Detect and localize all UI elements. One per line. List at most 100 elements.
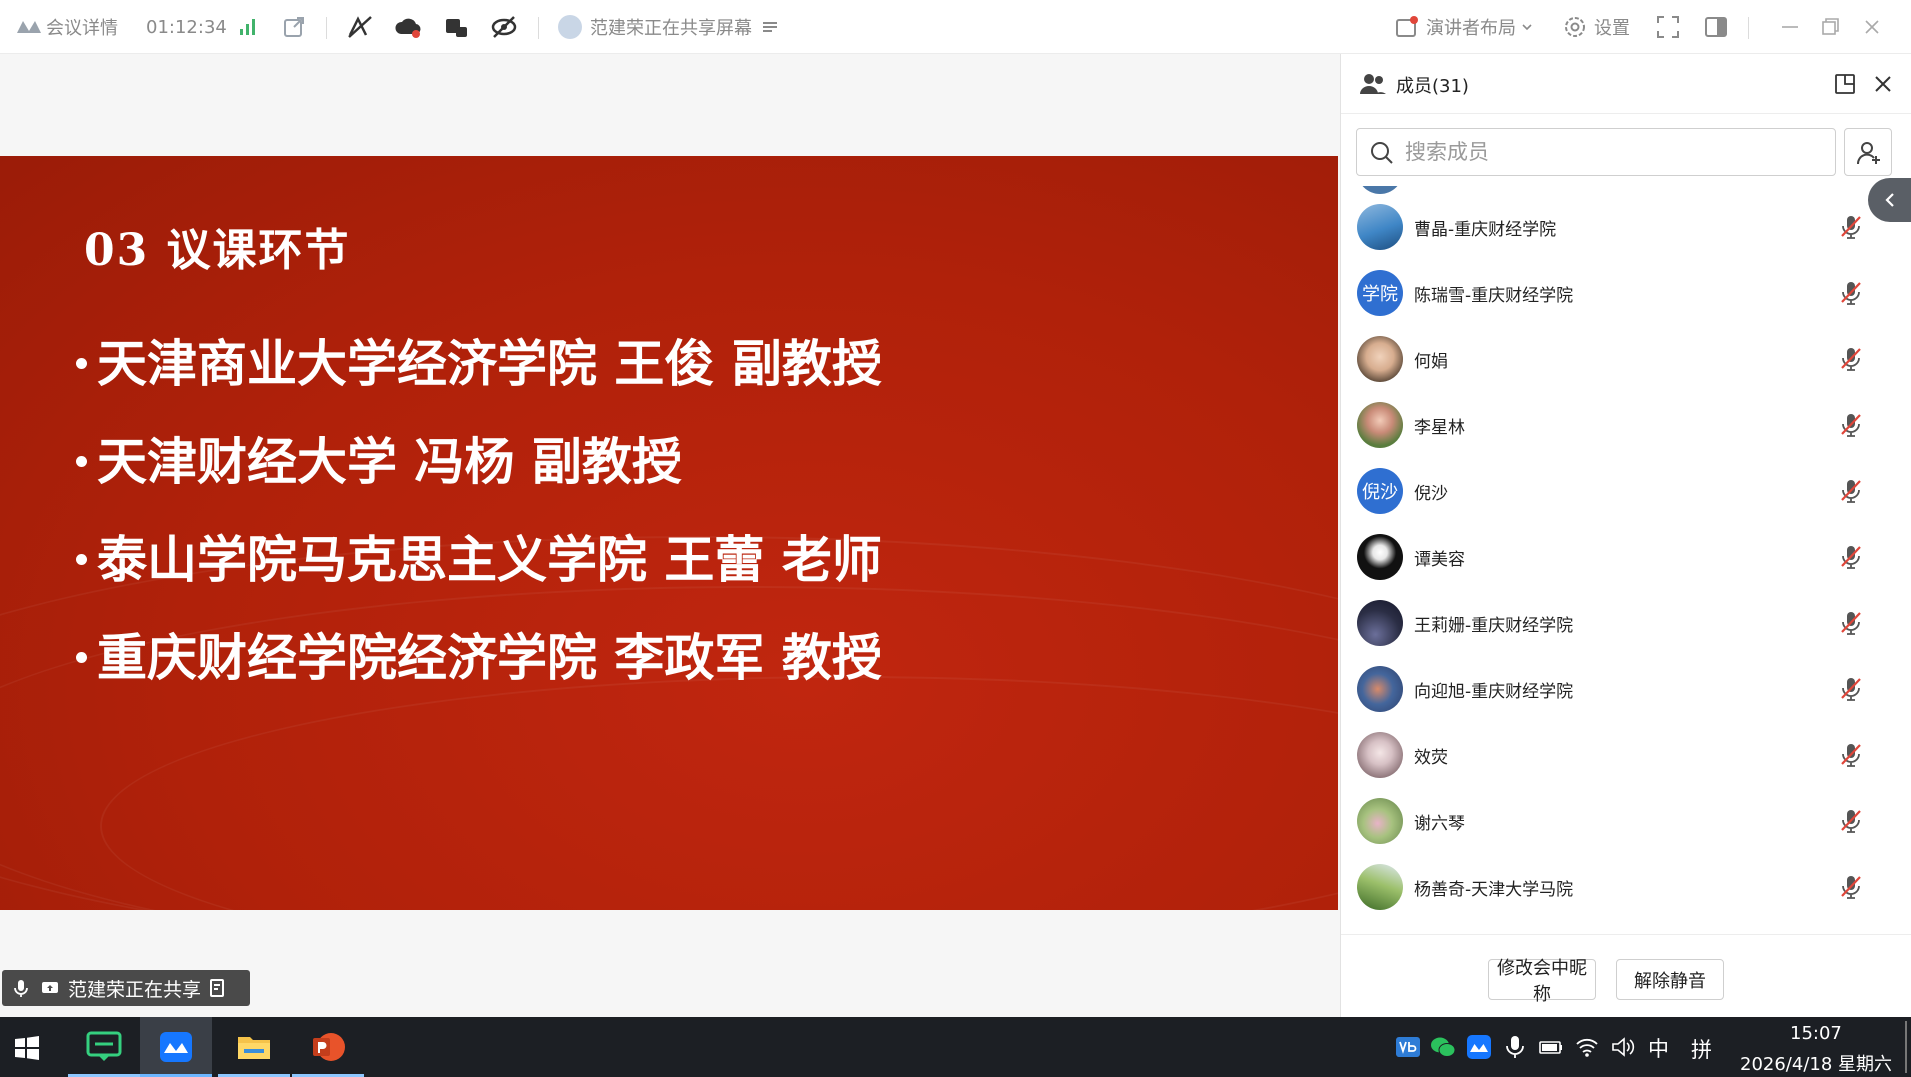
member-list[interactable]: 曹晶-重庆财经学院 学院 陈瑞雪-重庆财经学院 何娟 李星林 倪沙 倪沙 谭美容… — [1341, 186, 1911, 944]
meeting-details-label: 会议详情 — [46, 18, 118, 39]
member-name: 何娟 — [1414, 352, 1448, 372]
side-panel-icon[interactable] — [1702, 13, 1730, 41]
member-name: 杨善奇-天津大学马院 — [1414, 880, 1574, 900]
taskbar-app-chat[interactable] — [68, 1017, 140, 1077]
sharing-status[interactable]: 范建荣正在共享屏幕 — [558, 0, 780, 54]
list-item[interactable]: 曹晶-重庆财经学院 — [1341, 194, 1911, 260]
wifi-icon[interactable] — [1574, 1034, 1600, 1060]
list-item[interactable]: 李星林 — [1341, 392, 1911, 458]
slide-bullet-text: 重庆财经学院经济学院 李政军 教授 — [97, 629, 882, 687]
invite-member-button[interactable] — [1844, 128, 1892, 176]
minimize-icon[interactable] — [1776, 13, 1804, 41]
muted-mic-icon[interactable] — [1836, 608, 1866, 638]
signal-icon[interactable] — [234, 13, 262, 41]
muted-mic-icon[interactable] — [1836, 674, 1866, 704]
bullet-dot — [76, 456, 87, 467]
unmute-button[interactable]: 解除静音 — [1616, 959, 1724, 1000]
avatar: 学院 — [1357, 270, 1403, 316]
cloud-record-icon[interactable] — [394, 13, 422, 41]
os-taskbar: 中 拼 15:07 2026/4/18 星期六 — [0, 1017, 1911, 1077]
folder-icon — [238, 1037, 270, 1059]
list-item[interactable]: 王莉姗-重庆财经学院 — [1341, 590, 1911, 656]
avatar — [1357, 336, 1403, 382]
layout-icon — [1396, 16, 1418, 37]
member-search-box[interactable] — [1356, 128, 1836, 176]
volume-icon[interactable] — [1610, 1034, 1636, 1060]
clock-time[interactable]: 15:07 — [1790, 1023, 1842, 1044]
live-caption-icon[interactable] — [442, 13, 470, 41]
avatar — [1357, 732, 1403, 778]
list-item[interactable]: 学院 陈瑞雪-重庆财经学院 — [1341, 260, 1911, 326]
muted-mic-icon[interactable] — [1836, 872, 1866, 902]
collapse-panel-tab[interactable] — [1868, 178, 1911, 222]
ime-mode-indicator[interactable]: 拼 — [1690, 1033, 1713, 1065]
member-name: 谭美容 — [1414, 550, 1465, 570]
avatar: 倪沙 — [1357, 468, 1403, 514]
powerpoint-icon — [313, 1033, 345, 1061]
sharer-avatar — [558, 15, 582, 39]
chat-app-icon — [86, 1031, 122, 1061]
fullscreen-icon[interactable] — [1654, 13, 1682, 41]
show-desktop-button[interactable] — [1905, 1021, 1907, 1073]
list-item[interactable]: 效荧 — [1341, 722, 1911, 788]
top-toolbar: 会议详情 01:12:34 范建荣正在共享屏幕 演讲者布局 设置 — [0, 0, 1911, 54]
avatar — [1357, 864, 1403, 910]
add-user-icon — [1856, 142, 1880, 165]
vb-tray-icon[interactable] — [1395, 1034, 1421, 1060]
windows-start-icon[interactable] — [14, 1035, 40, 1061]
doc-icon — [210, 979, 225, 997]
popout-icon[interactable] — [280, 13, 308, 41]
meeting-tray-icon[interactable] — [1466, 1034, 1492, 1060]
member-search-input[interactable] — [1405, 137, 1825, 167]
clock-date[interactable]: 2026/4/18 星期六 — [1740, 1050, 1892, 1076]
close-panel-icon[interactable] — [1871, 72, 1895, 96]
avatar — [1357, 186, 1403, 194]
list-item[interactable]: 向迎旭-重庆财经学院 — [1341, 656, 1911, 722]
list-item[interactable]: 倪沙 倪沙 — [1341, 458, 1911, 524]
microphone-tray-icon[interactable] — [1502, 1034, 1528, 1060]
bullet-dot — [76, 652, 87, 663]
list-item[interactable]: 何娟 — [1341, 326, 1911, 392]
muted-mic-icon[interactable] — [1836, 344, 1866, 374]
battery-icon[interactable] — [1538, 1034, 1564, 1060]
shared-screen-stage: 03 议课环节 天津商业大学经济学院 王俊 副教授 天津财经大学 冯杨 副教授 … — [0, 54, 1340, 1017]
member-name: 曹晶-重庆财经学院 — [1414, 220, 1557, 240]
slide-bullet-text: 天津财经大学 冯杨 副教授 — [97, 433, 682, 491]
taskbar-app-powerpoint[interactable] — [292, 1017, 364, 1077]
taskbar-app-explorer[interactable] — [218, 1017, 290, 1077]
muted-mic-icon[interactable] — [1836, 740, 1866, 770]
wechat-tray-icon[interactable] — [1430, 1034, 1456, 1060]
slide-bullet: 天津财经大学 冯杨 副教授 — [76, 422, 682, 494]
muted-mic-icon[interactable] — [1836, 806, 1866, 836]
muted-mic-icon[interactable] — [1836, 542, 1866, 572]
toolbar-divider — [538, 17, 539, 39]
elapsed-time: 01:12:34 — [146, 0, 227, 54]
maximize-icon[interactable] — [1816, 13, 1844, 41]
list-icon — [763, 22, 777, 32]
avatar — [1357, 666, 1403, 712]
layout-button[interactable]: 演讲者布局 — [1394, 0, 1534, 54]
muted-mic-icon[interactable] — [1836, 410, 1866, 440]
search-icon — [1371, 142, 1393, 164]
annotation-off-icon[interactable] — [346, 13, 374, 41]
bullet-dot — [76, 358, 87, 369]
settings-button[interactable]: 设置 — [1562, 0, 1630, 54]
member-name: 李星林 — [1414, 418, 1465, 438]
avatar — [1357, 600, 1403, 646]
ime-language-indicator[interactable]: 中 — [1648, 1033, 1669, 1063]
list-item[interactable]: 谭美容 — [1341, 524, 1911, 590]
taskbar-app-meeting[interactable] — [140, 1017, 212, 1077]
close-icon[interactable] — [1858, 13, 1886, 41]
hide-view-icon[interactable] — [490, 13, 518, 41]
muted-mic-icon[interactable] — [1836, 278, 1866, 308]
meeting-details-button[interactable]: 会议详情 — [46, 0, 118, 54]
screen-share-icon — [42, 982, 58, 993]
gear-icon — [1565, 17, 1585, 37]
list-item[interactable]: 杨善奇-天津大学马院 — [1341, 854, 1911, 920]
list-item[interactable]: 谢六琴 — [1341, 788, 1911, 854]
muted-mic-icon[interactable] — [1836, 476, 1866, 506]
popout-panel-icon[interactable] — [1833, 72, 1857, 96]
muted-mic-icon[interactable] — [1836, 212, 1866, 242]
members-icon — [1360, 74, 1386, 94]
rename-button[interactable]: 修改会中昵称 — [1488, 958, 1596, 1005]
